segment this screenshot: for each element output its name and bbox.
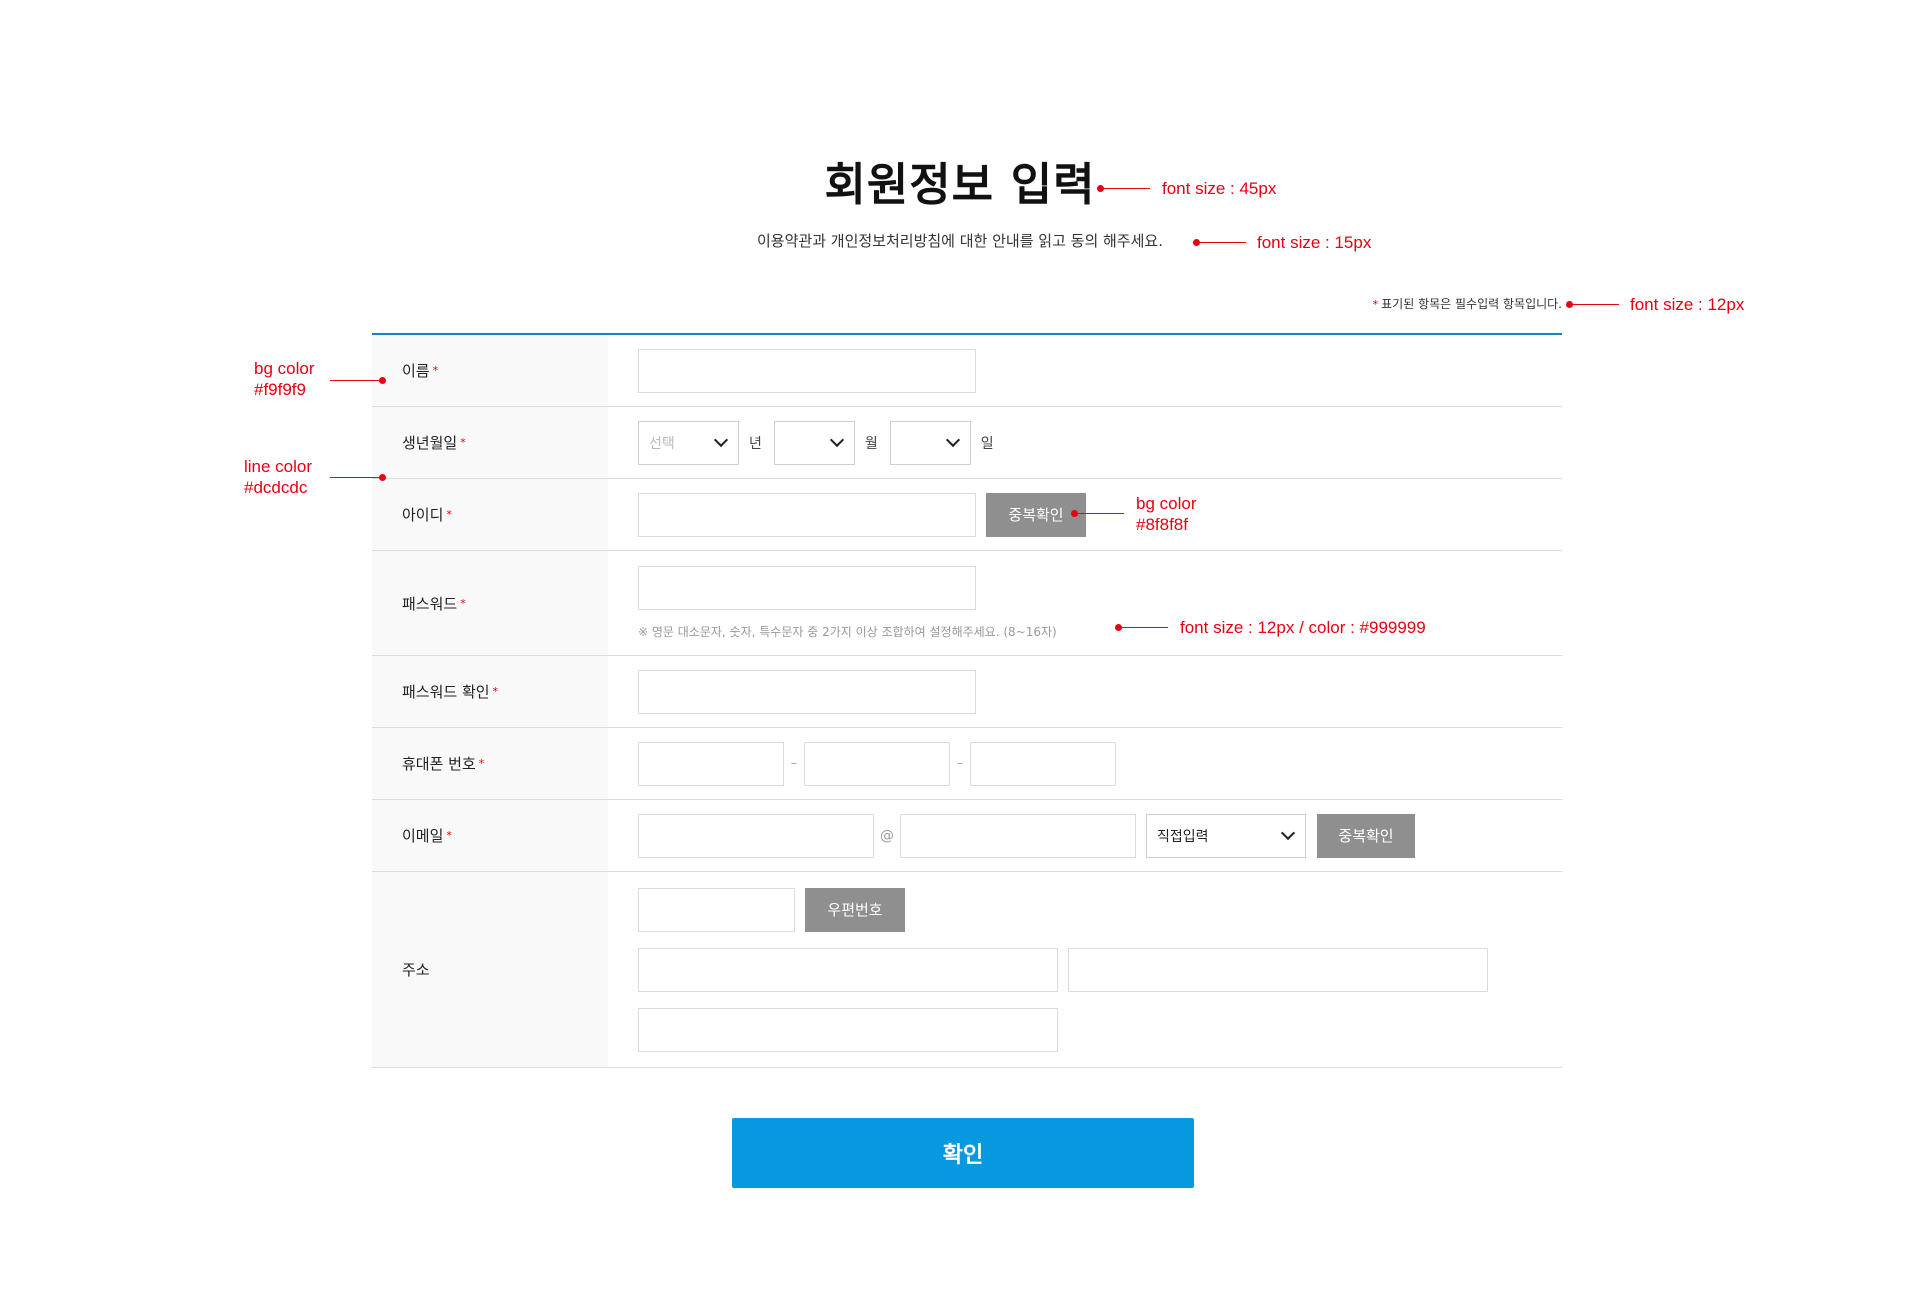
required-star-icon: *: [478, 757, 485, 770]
email-domain-input[interactable]: [900, 813, 1136, 858]
user-id-label: 아이디: [402, 506, 444, 524]
annotation-title-font: font size : 45px: [1162, 179, 1277, 198]
annotation-line-color-title: line color: [244, 457, 313, 476]
submit-button[interactable]: 확인: [732, 1118, 1194, 1188]
annotation-dot: [379, 377, 386, 384]
row-name: 이름 *: [372, 335, 1562, 407]
page-subtitle: 이용약관과 개인정보처리방침에 대한 안내를 읽고 동의 해주세요.: [757, 232, 1163, 250]
field-cell: – –: [608, 728, 1562, 799]
phone-part2-input[interactable]: [804, 741, 950, 786]
address-label: 주소: [402, 961, 430, 979]
annotation-label-bg: bg color #f9f9f9: [254, 358, 314, 400]
required-star-icon: *: [1372, 298, 1379, 311]
row-password-confirm: 패스워드 확인 *: [372, 656, 1562, 728]
label-cell: 이메일 *: [372, 800, 608, 871]
annotation-line: [330, 477, 382, 478]
phone-separator: –: [956, 756, 964, 771]
label-cell: 아이디 *: [372, 479, 608, 550]
user-id-input[interactable]: [638, 492, 976, 537]
label-cell: 패스워드 *: [372, 551, 608, 655]
chevron-down-icon: [713, 432, 729, 448]
required-star-icon: *: [460, 596, 466, 610]
birth-year-value: 선택: [649, 435, 675, 452]
annotation-line: [1569, 304, 1619, 305]
field-cell: @ 직접입력 중복확인: [608, 800, 1562, 871]
password-confirm-input[interactable]: [638, 669, 976, 714]
annotation-label-bg-title: bg color: [254, 359, 315, 378]
field-cell: [608, 335, 1562, 406]
row-phone: 휴대폰 번호 * – –: [372, 728, 1562, 800]
annotation-label-bg-value: #f9f9f9: [254, 380, 306, 399]
label-cell: 생년월일 *: [372, 407, 608, 478]
phone-label: 휴대폰 번호: [402, 755, 476, 773]
annotation-dot: [379, 474, 386, 481]
address-line1-input[interactable]: [638, 947, 1058, 992]
annotation-button-bg-value: #8f8f8f: [1136, 515, 1188, 534]
name-label: 이름: [402, 362, 430, 380]
email-domain-select[interactable]: 직접입력: [1146, 813, 1306, 858]
phone-part3-input[interactable]: [970, 741, 1116, 786]
row-address: 주소 우편번호: [372, 872, 1562, 1068]
address-line2-input[interactable]: [1068, 947, 1488, 992]
required-star-icon: *: [446, 829, 452, 842]
zipcode-search-button[interactable]: 우편번호: [805, 887, 905, 932]
day-unit: 일: [980, 435, 994, 452]
label-cell: 휴대폰 번호 *: [372, 728, 608, 799]
chevron-down-icon: [829, 432, 844, 448]
phone-separator: –: [790, 756, 798, 771]
required-star-icon: *: [492, 685, 499, 698]
annotation-line-color-value: #dcdcdc: [244, 478, 308, 497]
annotation-button-bg-title: bg color: [1136, 494, 1197, 513]
password-input[interactable]: [638, 566, 976, 610]
row-email: 이메일 * @ 직접입력 중복확인: [372, 800, 1562, 872]
annotation-note-font: font size : 12px: [1630, 295, 1745, 314]
birth-day-select[interactable]: [889, 420, 971, 465]
label-cell: 이름 *: [372, 335, 608, 406]
annotation-subtitle-font: font size : 15px: [1257, 233, 1372, 252]
password-label: 패스워드: [402, 594, 458, 613]
password-confirm-label: 패스워드 확인: [402, 683, 490, 701]
row-password: 패스워드 * ※ 영문 대소문자, 숫자, 특수문자 중 2가지 이상 조합하여 …: [372, 551, 1562, 656]
field-cell: 우편번호: [608, 872, 1562, 1067]
birth-month-select[interactable]: [773, 420, 855, 465]
required-star-icon: *: [432, 364, 439, 377]
annotation-line: [330, 380, 382, 381]
row-birth: 생년월일 * 선택 년 월 일: [372, 407, 1562, 479]
annotation-line-color: line color #dcdcdc: [244, 456, 312, 498]
birth-label: 생년월일: [402, 434, 458, 452]
row-user-id: 아이디 * 중복확인: [372, 479, 1562, 551]
chevron-down-icon: [945, 432, 960, 448]
phone-part1-input[interactable]: [638, 741, 784, 786]
field-cell: ※ 영문 대소문자, 숫자, 특수문자 중 2가지 이상 조합하여 설정해주세요…: [608, 551, 1562, 655]
year-unit: 년: [749, 435, 762, 452]
email-duplicate-check-button[interactable]: 중복확인: [1317, 813, 1415, 858]
annotation-hint-font: font size : 12px / color : #999999: [1180, 618, 1426, 637]
required-note: * 표기된 항목은 필수입력 항목입니다.: [1370, 296, 1562, 313]
email-domain-select-value: 직접입력: [1157, 828, 1209, 845]
annotation-line: [1118, 627, 1168, 628]
required-star-icon: *: [446, 508, 452, 521]
field-cell: 중복확인: [608, 479, 1562, 550]
label-cell: 패스워드 확인 *: [372, 656, 608, 727]
required-star-icon: *: [460, 436, 466, 449]
zipcode-input[interactable]: [638, 887, 795, 932]
annotation-line: [1074, 513, 1124, 514]
field-cell: [608, 656, 1562, 727]
member-form: 이름 * 생년월일 * 선택 년 월 일 아이디 * 중복확인 패스워드 * ※…: [372, 333, 1562, 1068]
chevron-down-icon: [1280, 825, 1296, 841]
month-unit: 월: [864, 435, 878, 452]
email-label: 이메일: [402, 827, 444, 845]
required-note-text: 표기된 항목은 필수입력 항목입니다.: [1381, 297, 1562, 311]
field-cell: 선택 년 월 일: [608, 407, 1562, 478]
birth-year-select[interactable]: 선택: [638, 420, 739, 465]
annotation-button-bg: bg color #8f8f8f: [1136, 493, 1196, 535]
page-title: 회원정보 입력: [824, 158, 1096, 211]
email-at-sign: @: [880, 827, 894, 844]
annotation-line: [1100, 188, 1150, 189]
name-input[interactable]: [638, 348, 976, 393]
annotation-line: [1196, 242, 1246, 243]
label-cell: 주소: [372, 872, 608, 1067]
address-line3-input[interactable]: [638, 1007, 1058, 1052]
email-local-input[interactable]: [638, 813, 874, 858]
